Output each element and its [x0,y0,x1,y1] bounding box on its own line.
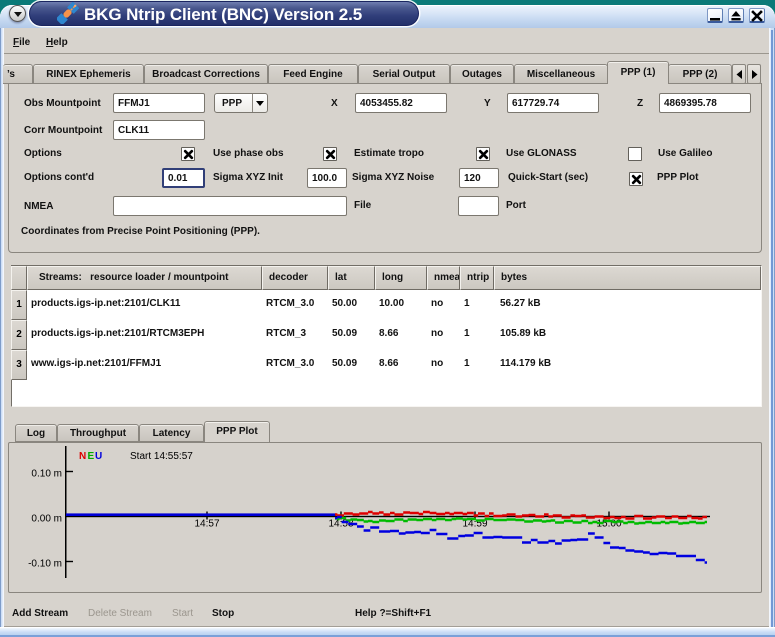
svg-text:-0.10 m: -0.10 m [28,559,62,570]
svg-text:Start 14:55:57: Start 14:55:57 [130,451,193,462]
svg-text:14:57: 14:57 [194,519,219,530]
svg-text:0.10 m: 0.10 m [31,469,62,480]
svg-text:N: N [79,451,86,462]
svg-text:U: U [95,451,102,462]
svg-text:E: E [88,451,95,462]
svg-text:0.00 m: 0.00 m [31,514,62,525]
